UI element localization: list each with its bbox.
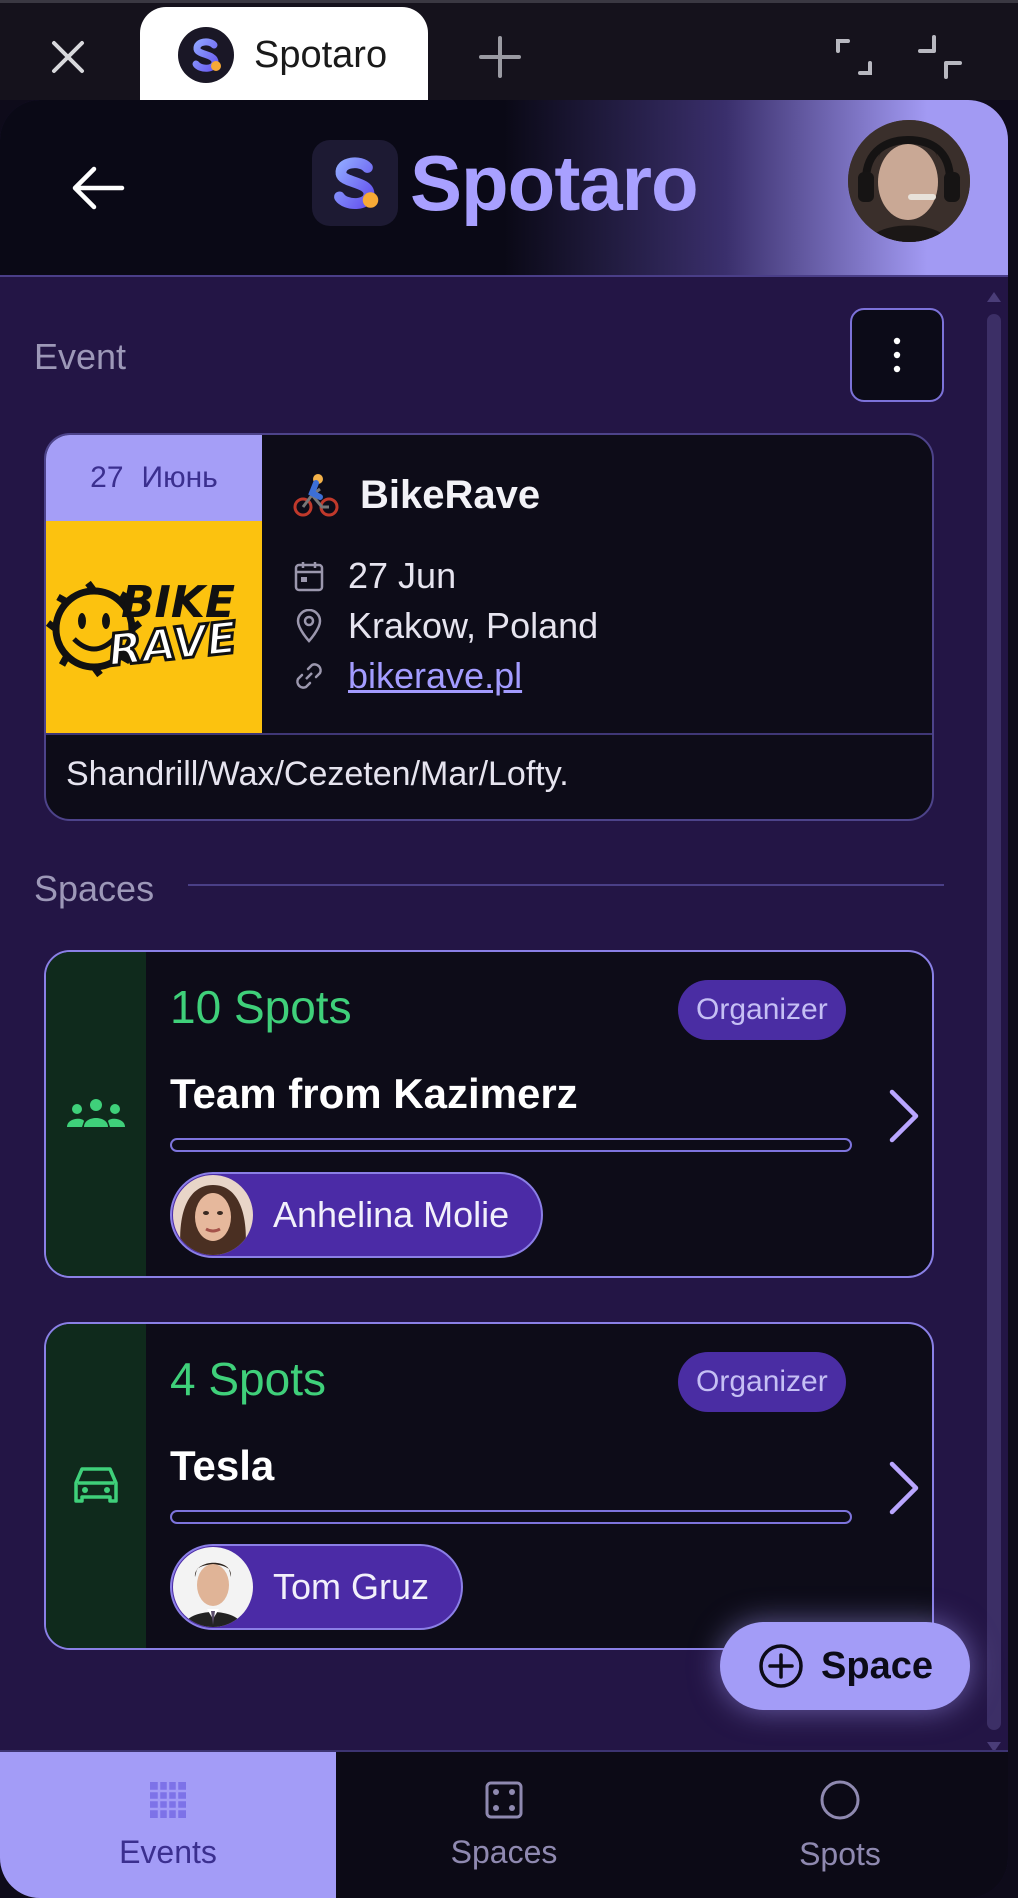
event-card-divider <box>46 733 932 735</box>
browser-tab-title: Spotaro <box>254 33 388 76</box>
app-window: Spotaro Event 27 Июнь BIKE RAVE BikeRave… <box>0 100 1008 1898</box>
user-avatar[interactable] <box>848 120 970 242</box>
event-link-row: bikerave.pl <box>292 655 522 697</box>
grid-icon <box>150 1781 186 1818</box>
nav-label-spots: Spots <box>799 1835 881 1872</box>
browser-tab-bar: Spotaro <box>0 0 1018 103</box>
event-poster-image: BIKE RAVE <box>46 521 262 733</box>
space-side-strip <box>46 1324 146 1648</box>
nav-label-spaces: Spaces <box>450 1833 558 1870</box>
space-role-badge: Organizer <box>678 1352 846 1412</box>
event-title-row: BikeRave <box>292 471 540 519</box>
circle-icon <box>820 1780 860 1819</box>
event-date-day: 27 <box>90 461 124 494</box>
nav-item-spots[interactable]: Spots <box>672 1752 1008 1898</box>
maximize-icon[interactable] <box>826 29 882 85</box>
vertical-dots-icon <box>893 337 901 373</box>
group-icon <box>67 1099 125 1127</box>
spaces-section-label: Spaces <box>34 868 155 909</box>
chevron-right-icon[interactable] <box>884 1088 924 1144</box>
calendar-icon <box>292 559 326 593</box>
event-date-row: 27 Jun <box>292 555 456 597</box>
member-chip[interactable]: Tom Gruz <box>170 1544 464 1630</box>
member-avatar <box>173 1175 253 1255</box>
space-card-tesla[interactable]: 4 Spots Organizer Tesla Tom Gruz <box>44 1322 934 1650</box>
scroll-up-icon[interactable] <box>987 292 1001 302</box>
space-name: Tesla <box>170 1442 275 1489</box>
event-section-label: Event <box>34 336 127 377</box>
nav-item-events[interactable]: Events <box>0 1752 336 1898</box>
nav-label-events: Events <box>119 1833 217 1870</box>
member-chip[interactable]: Anhelina Molie <box>170 1172 544 1258</box>
spotaro-logo-icon <box>312 140 398 226</box>
event-website-link[interactable]: bikerave.pl <box>348 655 522 697</box>
event-date-month: Июнь <box>141 461 218 494</box>
member-avatar <box>173 1547 253 1627</box>
scrollbar[interactable] <box>984 292 1002 1752</box>
space-progress-bar <box>170 1510 852 1524</box>
space-role-badge: Organizer <box>678 980 846 1040</box>
space-spots-count: 4 Spots <box>170 1353 326 1405</box>
chevron-right-icon[interactable] <box>884 1460 924 1516</box>
space-progress-bar <box>170 1138 852 1152</box>
brand: Spotaro <box>312 138 699 228</box>
scrollbar-thumb[interactable] <box>987 314 1001 1730</box>
brand-name: Spotaro <box>410 138 699 227</box>
event-date-badge: 27 Июнь <box>46 435 262 521</box>
new-tab-icon[interactable] <box>470 27 530 87</box>
event-description: Shandrill/Wax/Cezeten/Mar/Lofty. <box>66 755 569 793</box>
space-card-team-from-kazimerz[interactable]: 10 Spots Organizer Team from Kazimerz An… <box>44 950 934 1278</box>
browser-tab[interactable]: Spotaro <box>140 7 428 103</box>
space-spots-count: 10 Spots <box>170 981 352 1033</box>
location-pin-icon <box>292 609 326 643</box>
close-window-icon[interactable] <box>42 31 94 83</box>
add-space-label: Space <box>821 1644 933 1687</box>
event-date: 27 Jun <box>348 555 457 596</box>
more-options-button[interactable] <box>850 308 944 402</box>
car-icon <box>74 1467 118 1503</box>
event-location-row: Krakow, Poland <box>292 605 598 647</box>
spotaro-tab-logo-icon <box>178 27 234 83</box>
minimize-icon[interactable] <box>912 29 968 85</box>
event-title: BikeRave <box>360 472 541 517</box>
bottom-navigation: Events Spaces Spots <box>0 1750 1008 1898</box>
nav-item-spaces[interactable]: Spaces <box>336 1752 672 1898</box>
add-space-button[interactable]: Space <box>720 1622 970 1710</box>
space-name: Team from Kazimerz <box>170 1070 578 1117</box>
app-header: Spotaro <box>0 100 1008 277</box>
event-card[interactable]: 27 Июнь BIKE RAVE BikeRave 27 Jun Krakow… <box>44 433 934 821</box>
member-name: Tom Gruz <box>273 1566 430 1607</box>
cyclist-icon <box>293 474 339 517</box>
add-circle-icon <box>759 1644 803 1688</box>
space-side-strip <box>46 952 146 1276</box>
dice-icon <box>485 1781 523 1818</box>
event-location: Krakow, Poland <box>348 605 599 646</box>
link-icon <box>292 659 326 693</box>
spaces-divider <box>188 884 944 886</box>
member-name: Anhelina Molie <box>273 1194 510 1235</box>
back-arrow-icon[interactable] <box>66 156 130 220</box>
